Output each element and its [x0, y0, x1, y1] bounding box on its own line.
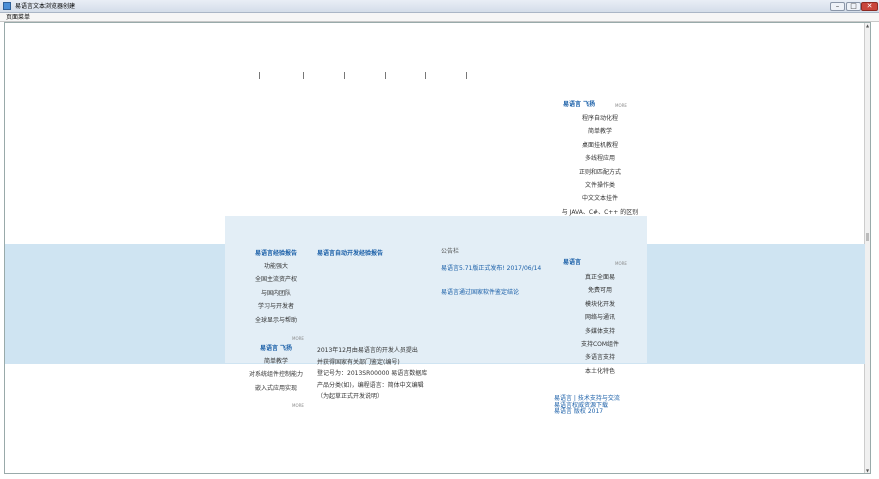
feiyang-heading: 易语言 飞扬	[259, 345, 293, 352]
report-line: 2013年12月由易语言的开发人员提出	[317, 347, 418, 354]
list-item[interactable]: 免费可用	[560, 284, 640, 297]
list-item[interactable]: 网络与通讯	[560, 311, 640, 324]
right-bottom-column: 易语言 MORE 真正全面易 免费可用 模块化开发 网络与通讯 多媒体支持 支持…	[560, 259, 640, 378]
feiyang-more-link[interactable]: MORE	[292, 403, 304, 408]
footer-copyright: 易语言 版权 2017	[554, 408, 604, 415]
list-item[interactable]: 程序自动化程	[560, 112, 640, 125]
scroll-up-icon[interactable]: ▲	[865, 23, 870, 28]
experience-report-more-link[interactable]: MORE	[292, 336, 304, 341]
list-item[interactable]: 功能强大	[245, 260, 307, 273]
nav-separator	[259, 72, 260, 79]
dev-report-heading: 易语言自动开发经验报告	[317, 250, 384, 257]
right-bottom-more-link[interactable]: MORE	[615, 261, 627, 266]
list-item[interactable]: 简单教学	[560, 125, 640, 138]
right-top-heading: 易语言 飞扬	[563, 101, 596, 108]
list-item[interactable]: 文件操作类	[560, 179, 640, 192]
right-top-column: 易语言 飞扬 MORE 程序自动化程 简单教学 桌面挂机教程 多线程应用 正则和…	[560, 101, 640, 219]
window-title: 易语言文本浏览器创建	[15, 3, 76, 10]
app-icon	[3, 2, 11, 10]
experience-report-heading: 易语言经验报告	[254, 250, 297, 257]
report-line: 产品分类(如)，编程语言：简体中文编辑	[317, 381, 424, 389]
list-item[interactable]: 嵌入式应用实现	[245, 382, 307, 395]
list-item[interactable]: 多线程应用	[560, 152, 640, 165]
minimize-button[interactable]: –	[830, 2, 845, 11]
news-section: 公告栏 易语言5.71版正式发布! 2017/06/14 易语言通过国家软件鉴定…	[441, 248, 551, 297]
news-label: 公告栏	[441, 248, 460, 255]
feiyang-column: 易语言 飞扬 简单教学 对系统组件控制能力 嵌入式应用实现 MORE	[245, 345, 307, 408]
maximize-button[interactable]: □	[846, 2, 861, 11]
list-item[interactable]: 多媒体支持	[560, 325, 640, 338]
list-item[interactable]: 模块化开发	[560, 298, 640, 311]
scroll-thumb[interactable]	[866, 233, 869, 241]
list-item[interactable]: 全国主流资产权	[245, 273, 307, 286]
dev-report-column: 易语言自动开发经验报告	[317, 250, 427, 258]
experience-report-column: 易语言经验报告 功能强大 全国主流资产权 与国内团队 学习与开发者 全球显示与帮…	[245, 250, 307, 341]
list-item[interactable]: 中文文本挂件	[560, 192, 640, 205]
browser-viewport: ▲ ▼ 易语言 飞扬 MORE 程序自动化程 简单教学 桌面挂机教程 多线程应用…	[4, 22, 871, 474]
list-item[interactable]: 对系统组件控制能力	[245, 368, 307, 381]
news-item[interactable]: 易语言通过国家软件鉴定结论	[441, 289, 551, 297]
menu-item-page[interactable]: 页面菜单	[6, 14, 30, 21]
footer: 易语言 | 技术支持与交流 易语言权威资源下载 易语言 版权 2017	[554, 395, 664, 416]
right-top-more-link[interactable]: MORE	[615, 103, 627, 108]
menu-bar: 页面菜单	[0, 13, 879, 22]
list-item[interactable]: 正则和匹配方式	[560, 166, 640, 179]
list-item[interactable]: 支持COM组件	[560, 338, 640, 351]
list-item[interactable]: 全球显示与帮助	[245, 314, 307, 327]
nav-separator	[466, 72, 467, 79]
list-item[interactable]: 本土化特色	[560, 365, 640, 378]
list-item[interactable]: 学习与开发者	[245, 300, 307, 313]
list-item[interactable]: 简单教学	[245, 355, 307, 368]
list-item[interactable]: 与 JAVA、C#、C++ 的区别	[560, 206, 640, 219]
report-link[interactable]: （为起草正式开发说明）	[317, 391, 427, 403]
dev-report-body: 2013年12月由易语言的开发人员提出 并获得国家有关部门鉴定(编号) 登记号为…	[317, 345, 427, 403]
nav-separator	[344, 72, 345, 79]
report-line: 并获得国家有关部门鉴定(编号)	[317, 358, 400, 366]
nav-separator	[385, 72, 386, 79]
list-item[interactable]: 与国内团队	[245, 287, 307, 300]
list-item[interactable]: 真正全面易	[560, 271, 640, 284]
window-titlebar: 易语言文本浏览器创建 – □ ✕	[0, 0, 879, 13]
list-item[interactable]: 桌面挂机教程	[560, 139, 640, 152]
nav-separator	[303, 72, 304, 79]
right-bottom-heading: 易语言	[563, 259, 582, 266]
report-line: 登记号为：2013SR00000 易语言数据库	[317, 370, 428, 377]
news-item[interactable]: 易语言5.71版正式发布! 2017/06/14	[441, 265, 551, 273]
close-button[interactable]: ✕	[861, 2, 878, 11]
scroll-down-icon[interactable]: ▼	[865, 468, 870, 473]
nav-separator	[425, 72, 426, 79]
list-item[interactable]: 多语言支持	[560, 351, 640, 364]
